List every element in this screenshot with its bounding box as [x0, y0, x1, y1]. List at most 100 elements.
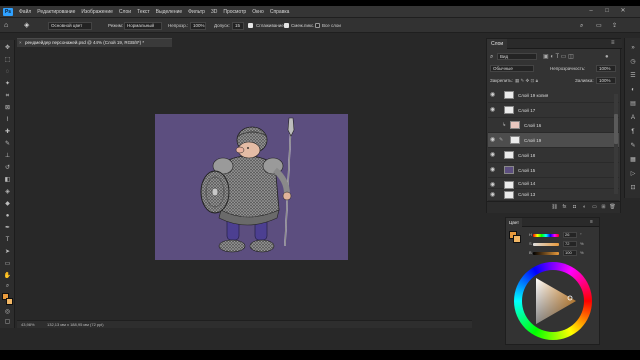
- filter-icons[interactable]: ▣ ◐ T ▭ ◫: [543, 53, 574, 61]
- visibility-eye-icon[interactable]: ◉: [490, 92, 496, 98]
- menu-file[interactable]: Файл: [16, 9, 34, 15]
- layer-row[interactable]: ◉ Слой 18: [488, 148, 619, 163]
- close-icon[interactable]: ✕: [616, 6, 630, 17]
- brushes-icon[interactable]: ✎: [629, 142, 637, 150]
- pen-tool-icon[interactable]: ✒: [3, 224, 12, 233]
- adjustment-layer-icon[interactable]: ◐: [581, 204, 588, 211]
- paint-bucket-icon[interactable]: ◈: [3, 188, 12, 197]
- screen-mode-icon[interactable]: ▢: [3, 318, 12, 327]
- saturation-slider[interactable]: [533, 243, 559, 246]
- close-document-icon[interactable]: ×: [19, 39, 22, 47]
- saturation-triangle[interactable]: [514, 262, 592, 340]
- maximize-icon[interactable]: □: [600, 6, 614, 17]
- visibility-eye-icon[interactable]: ◉: [490, 107, 496, 113]
- hue-value[interactable]: 26: [563, 232, 577, 238]
- minimize-icon[interactable]: –: [584, 6, 598, 17]
- home-icon[interactable]: ⌂: [4, 22, 8, 30]
- menu-window[interactable]: Окно: [249, 9, 267, 15]
- adjustments-icon[interactable]: ◐: [629, 86, 637, 94]
- zoom-level[interactable]: 43,98%: [21, 321, 35, 328]
- eraser-tool-icon[interactable]: ◧: [3, 176, 12, 185]
- quick-mask-icon[interactable]: ◎: [3, 308, 12, 317]
- visibility-eye-icon[interactable]: ◉: [490, 167, 496, 173]
- paragraph-icon[interactable]: ¶: [629, 128, 637, 136]
- blur-tool-icon[interactable]: ◆: [3, 200, 12, 209]
- brightness-value[interactable]: 100: [563, 250, 577, 256]
- marquee-tool-icon[interactable]: ⬚: [3, 56, 12, 65]
- filter-toggle-icon[interactable]: ●: [605, 53, 609, 61]
- filter-search-icon[interactable]: ⌕: [490, 53, 493, 61]
- menu-help[interactable]: Справка: [267, 9, 293, 15]
- collapse-panels-icon[interactable]: »: [629, 44, 637, 52]
- background-color-chip[interactable]: [513, 235, 521, 243]
- magic-wand-tool-icon[interactable]: ✦: [3, 80, 12, 89]
- color-wheel[interactable]: [511, 262, 595, 342]
- paint-bucket-tool-icon[interactable]: ◈: [24, 22, 29, 30]
- add-mask-icon[interactable]: ◘: [571, 204, 578, 211]
- zoom-tool-icon[interactable]: ⌕: [3, 282, 12, 291]
- layer-row[interactable]: ◉ Слой 15: [488, 163, 619, 178]
- panel-menu-icon[interactable]: ≡: [611, 40, 615, 46]
- share-icon[interactable]: ⇪: [612, 22, 617, 30]
- layer-row[interactable]: ◉ Слой 17: [488, 103, 619, 118]
- layers-scrollbar[interactable]: [614, 94, 618, 194]
- layer-style-icon[interactable]: fx: [561, 204, 568, 211]
- layer-row-selected[interactable]: ◉ ✎ Слой 19: [488, 133, 619, 148]
- visibility-eye-icon[interactable]: ◉: [490, 152, 496, 158]
- panel-menu-icon[interactable]: ≡: [590, 219, 593, 225]
- link-layers-icon[interactable]: ⛓: [551, 204, 558, 211]
- workspace-icon[interactable]: ▭: [596, 22, 602, 30]
- lasso-tool-icon[interactable]: ◌: [3, 68, 12, 77]
- history-icon[interactable]: ◷: [629, 58, 637, 66]
- menu-type[interactable]: Текст: [134, 9, 153, 15]
- visibility-eye-icon[interactable]: ◉: [490, 137, 496, 143]
- crop-tool-icon[interactable]: ⌗: [3, 92, 12, 101]
- menu-edit[interactable]: Редактирование: [34, 9, 78, 15]
- path-selection-tool-icon[interactable]: ➤: [3, 248, 12, 257]
- document-canvas[interactable]: [155, 114, 348, 260]
- properties-icon[interactable]: ☰: [629, 72, 637, 80]
- navigator-icon[interactable]: ⊡: [629, 184, 637, 192]
- menu-3d[interactable]: 3D: [208, 9, 220, 15]
- eyedropper-tool-icon[interactable]: ⌇: [3, 116, 12, 125]
- frame-tool-icon[interactable]: ⊠: [3, 104, 12, 113]
- layer-row[interactable]: ◉ Слой 19 копия: [488, 88, 619, 103]
- opacity-input[interactable]: 100%: [190, 22, 206, 30]
- menu-layer[interactable]: Слои: [116, 9, 134, 15]
- brush-tool-icon[interactable]: ✎: [3, 140, 12, 149]
- layer-row[interactable]: ↳ Слой 16: [488, 118, 619, 133]
- delete-layer-icon[interactable]: 🗑︎: [609, 204, 616, 211]
- layer-row[interactable]: ◉ Слой 14: [488, 178, 619, 189]
- visibility-eye-icon[interactable]: ◉: [490, 182, 496, 188]
- menu-select[interactable]: Выделение: [153, 9, 186, 15]
- lock-icons[interactable]: ▦ ✎ ✥ ⊡ 🔒︎: [515, 77, 538, 85]
- healing-brush-tool-icon[interactable]: ✚: [3, 128, 12, 137]
- swatches-icon[interactable]: ▦: [629, 156, 637, 164]
- shape-tool-icon[interactable]: ▭: [3, 260, 12, 269]
- libraries-icon[interactable]: ▤: [629, 100, 637, 108]
- tab-color[interactable]: Цвет: [506, 218, 523, 227]
- mode-select[interactable]: Нормальный: [124, 22, 162, 30]
- menu-filter[interactable]: Фильтр: [185, 9, 208, 15]
- fill-input[interactable]: 100%: [596, 77, 616, 84]
- character-icon[interactable]: A: [629, 114, 637, 122]
- smoothing-checkbox[interactable]: [248, 23, 253, 28]
- scrollbar-thumb[interactable]: [614, 114, 618, 144]
- layer-row[interactable]: ◉ Слой 13: [488, 189, 619, 201]
- fill-source-select[interactable]: Основной цвет: [48, 22, 92, 30]
- clone-stamp-tool-icon[interactable]: ⊥: [3, 152, 12, 161]
- layer-filter-select[interactable]: Вид: [497, 53, 537, 60]
- move-tool-icon[interactable]: ✥: [3, 44, 12, 53]
- tab-layers[interactable]: Слои: [487, 39, 508, 49]
- all-layers-checkbox[interactable]: [315, 23, 320, 28]
- new-group-icon[interactable]: ▭: [591, 204, 598, 211]
- brightness-slider[interactable]: [533, 252, 559, 255]
- type-tool-icon[interactable]: T: [3, 236, 12, 245]
- dodge-tool-icon[interactable]: ●: [3, 212, 12, 221]
- menu-view[interactable]: Просмотр: [220, 9, 249, 15]
- history-brush-tool-icon[interactable]: ↺: [3, 164, 12, 173]
- blend-mode-select[interactable]: Обычные: [490, 65, 534, 72]
- hue-slider[interactable]: [533, 234, 559, 237]
- layer-opacity-input[interactable]: 100%: [596, 65, 616, 72]
- contiguous-checkbox[interactable]: [284, 23, 289, 28]
